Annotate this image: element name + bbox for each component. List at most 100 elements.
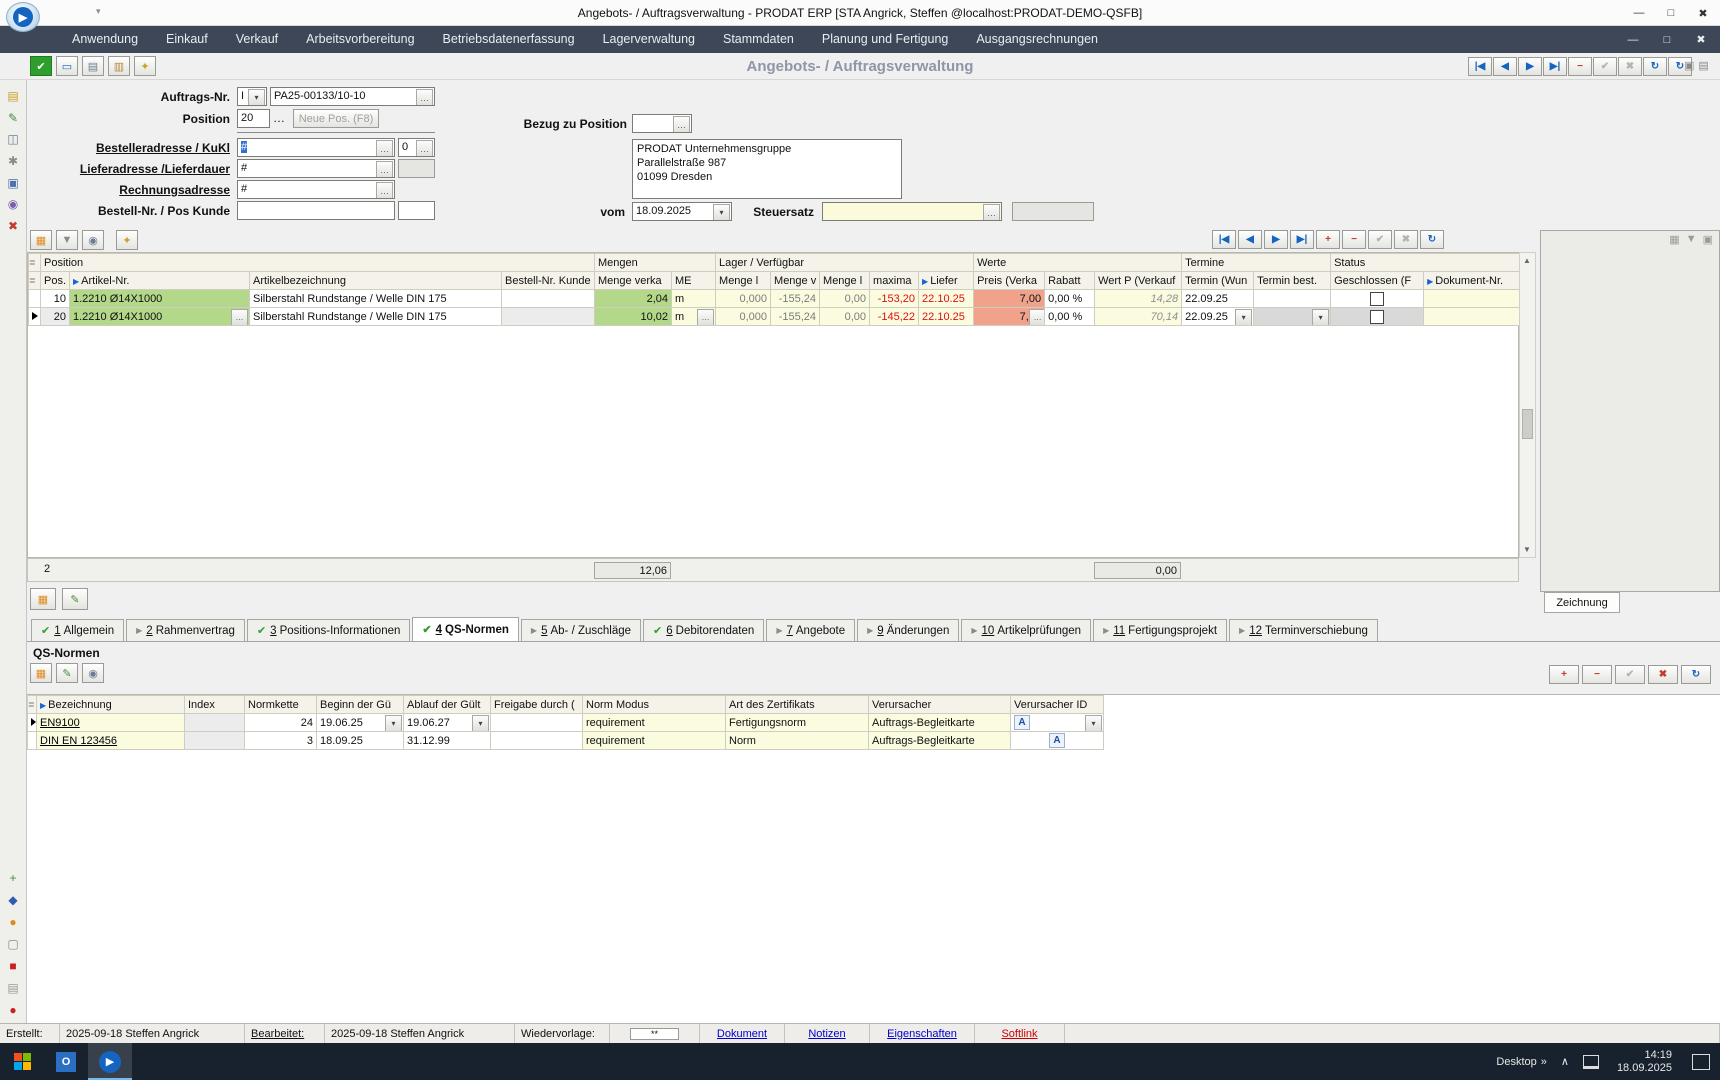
desktop-chevron-icon[interactable]: » [1541,1056,1547,1068]
first-record-button[interactable]: |◀ [1468,57,1492,76]
image-preview-icon[interactable]: ▦ [1669,233,1679,246]
view-icon[interactable]: ◉ [82,230,104,250]
qs-cancel-button[interactable]: ✖ [1648,665,1678,684]
auftrag-nr-field[interactable]: PA25-00133/10-10… [270,87,435,106]
sphere-icon[interactable]: ● [4,913,22,930]
cell-qs-verursacher[interactable]: Auftrags-Begleitkarte [869,714,1011,732]
row-selector[interactable] [29,290,41,308]
tray-expand-icon[interactable]: ∧ [1561,1055,1569,1068]
network-icon[interactable] [1583,1055,1599,1069]
col-me[interactable]: ME [672,272,716,290]
menu-anwendung[interactable]: Anwendung [58,26,152,53]
termin-dropdown-icon[interactable]: ▾ [1235,309,1252,326]
col-geschlossen[interactable]: Geschlossen (F [1331,272,1424,290]
cell-rabatt[interactable]: 0,00 % [1045,308,1095,326]
action-center-icon[interactable] [1692,1054,1710,1070]
col-termin-best[interactable]: Termin best. [1254,272,1331,290]
tab-aenderungen[interactable]: ▶9Änderungen [857,619,959,641]
taskbar-app-outlook[interactable]: O [44,1043,88,1080]
cell-dokument[interactable] [1424,308,1521,326]
cell-preis[interactable]: 7,00… [974,308,1045,326]
pos-cancel-button[interactable]: ✖ [1394,230,1418,249]
table-row-selected[interactable]: 20 1.2210 Ø14X1000… Silberstahl Rundstan… [29,308,1521,326]
col-preis[interactable]: Preis (Verka [974,272,1045,290]
col-wert[interactable]: Wert P (Verkauf [1095,272,1182,290]
grid-icon[interactable]: ▦ [30,230,52,250]
cell-bezeichnung[interactable]: Silberstahl Rundstange / Welle DIN 175 [250,308,502,326]
cell-artikel[interactable]: 1.2210 Ø14X1000 [70,290,250,308]
menu-planung-und-fertigung[interactable]: Planung und Fertigung [808,26,962,53]
last-record-button[interactable]: ▶| [1543,57,1567,76]
verursacher-dropdown-icon[interactable]: ▾ [1085,715,1102,732]
rechnungsadresse-field[interactable]: #… [237,180,395,199]
cell-menge-l2[interactable]: 0,00 [820,290,870,308]
qs-row[interactable]: DIN EN 123456 3 18.09.25 31.12.99 requir… [28,732,1104,750]
artikel-lookup-icon[interactable]: … [231,309,248,326]
cell-liefer[interactable]: 22.10.25 [919,308,974,326]
stop-icon[interactable]: ■ [4,957,22,974]
record-icon[interactable]: ● [4,1001,22,1018]
cell-termin-wun[interactable]: 22.09.25▾ [1182,308,1254,326]
lieferadresse-label[interactable]: Lieferadresse /Lieferdauer [27,162,230,176]
cell-maxima[interactable]: -145,22 [870,308,919,326]
taskbar-clock[interactable]: 14:19 18.09.2025 [1607,1049,1682,1075]
qs-accept-button[interactable]: ✔ [1615,665,1645,684]
form-edit-icon[interactable]: ✎ [62,588,88,610]
confirm-icon[interactable]: ✔ [30,56,52,76]
cell-maxima[interactable]: -153,20 [870,290,919,308]
position-lookup-icon[interactable]: … [273,111,285,125]
col-bezeichnung[interactable]: Artikelbezeichnung [250,272,502,290]
tab-allgemein[interactable]: ✔1Allgemein [31,619,124,641]
cell-termin-best[interactable]: ▾ [1254,308,1331,326]
collapse-icon[interactable]: ▼ [1686,233,1697,246]
prev-record-button[interactable]: ◀ [1493,57,1517,76]
col-qs-index[interactable]: Index [185,696,245,714]
cancel-button[interactable]: ✖ [1618,57,1642,76]
col-qs-art[interactable]: Art des Zertifikats [726,696,869,714]
notizen-link[interactable]: Notizen [785,1024,870,1043]
col-qs-verursacher[interactable]: Verursacher [869,696,1011,714]
cell-qs-modus[interactable]: requirement [583,732,726,750]
neue-pos-button[interactable]: Neue Pos. (F8) [293,109,379,128]
row-selector[interactable] [29,308,41,326]
cell-pos[interactable]: 10 [41,290,70,308]
col-rabatt[interactable]: Rabatt [1045,272,1095,290]
cell-geschlossen[interactable] [1331,308,1424,326]
dock-panel-icon[interactable]: ▣ [1684,59,1694,72]
layout-icon[interactable]: ▤ [1698,59,1708,72]
cell-wert[interactable]: 70,14 [1095,308,1182,326]
softlink-link[interactable]: Softlink [975,1024,1065,1043]
cell-menge-l[interactable]: 0,000 [716,290,771,308]
bestellnr-field[interactable] [237,201,395,220]
col-liefer[interactable]: ▶Liefer [919,272,974,290]
new-window-icon[interactable]: ▭ [56,56,78,76]
wiedervorlage-field[interactable]: ** [630,1028,679,1040]
kukl-lookup-icon[interactable]: … [416,140,433,157]
tab-rahmenvertrag[interactable]: ▶2Rahmenvertrag [126,619,245,641]
qs-view-icon[interactable]: ◉ [82,663,104,683]
menu-verkauf[interactable]: Verkauf [222,26,292,53]
steuersatz-field[interactable]: … [822,202,1002,221]
bestelleradresse-field[interactable]: #… [237,138,395,157]
copy-doc-icon[interactable]: ▣ [4,174,22,191]
cell-artikel[interactable]: 1.2210 Ø14X1000… [70,308,250,326]
qs-row[interactable]: EN9100 24 19.06.25▾ 19.06.27▾ requiremen… [28,714,1104,732]
cell-rabatt[interactable]: 0,00 % [1045,290,1095,308]
col-pos[interactable]: Pos. [41,272,70,290]
pos-last-button[interactable]: ▶| [1290,230,1314,249]
termin-best-dropdown-icon[interactable]: ▾ [1312,309,1329,326]
start-button[interactable] [0,1043,44,1080]
filter-remove-icon[interactable]: ▼ [56,230,78,250]
tab-positions-informationen[interactable]: ✔3Positions-Informationen [247,619,410,641]
qs-refresh-button[interactable]: ↻ [1681,665,1711,684]
cell-qs-normkette[interactable]: 24 [245,714,317,732]
grid-icon[interactable]: ▦ [30,588,56,610]
tab-terminverschiebung[interactable]: ▶12Terminverschiebung [1229,619,1378,641]
menu-stammdaten[interactable]: Stammdaten [709,26,808,53]
bezug-lookup-icon[interactable]: … [673,116,690,133]
cell-qs-verursacher-id[interactable]: A▾ [1011,714,1104,732]
document-icon[interactable]: ▢ [4,935,22,952]
cell-menge[interactable]: 2,04 [595,290,672,308]
pos-prev-button[interactable]: ◀ [1238,230,1262,249]
cell-qs-bezeichnung[interactable]: DIN EN 123456 [37,732,185,750]
